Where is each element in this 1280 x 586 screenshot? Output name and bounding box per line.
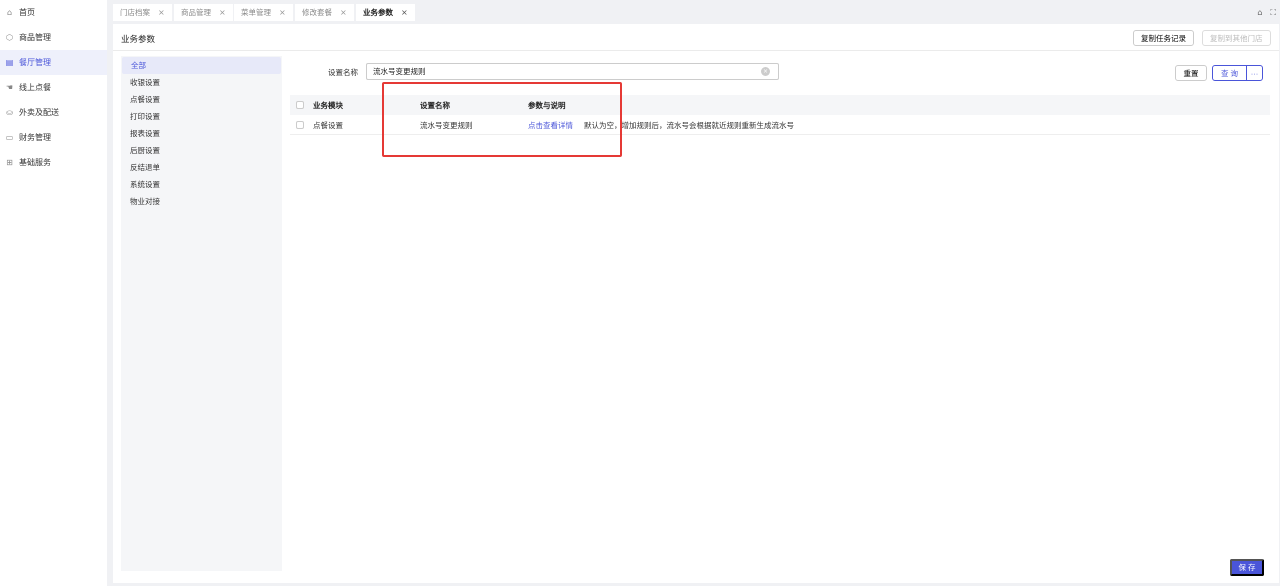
query-button[interactable]: 查 询 xyxy=(1212,65,1247,81)
table-row: 点餐设置 流水号变更规则 点击查看详情 默认为空，增加规则后，流水号会根据就近规… xyxy=(290,115,1270,135)
lock-icon[interactable]: ⌂ xyxy=(1257,8,1262,18)
sidebar-item-products[interactable]: ⬡ 商品管理 xyxy=(0,25,107,50)
tab-business-params[interactable]: 业务参数 × xyxy=(356,4,415,21)
sidebar-item-label: 商品管理 xyxy=(19,33,51,42)
wallet-icon: ▭ xyxy=(5,133,14,142)
category-item-all[interactable]: 全部 xyxy=(122,57,281,74)
sidebar-item-basic-services[interactable]: ⊞ 基础服务 xyxy=(0,150,107,175)
page-title: 业务参数 xyxy=(121,35,156,45)
fullscreen-icon[interactable]: ⛶ xyxy=(1270,8,1276,18)
reset-button[interactable]: 重置 xyxy=(1175,65,1207,81)
category-item-reverse-settlement[interactable]: 反结退单 xyxy=(121,159,282,176)
copy-task-record-button[interactable]: 复制任务记录 xyxy=(1133,30,1194,46)
column-header-param: 参数与说明 xyxy=(528,100,566,110)
setting-name-value: 流水号变更规则 xyxy=(373,67,426,76)
category-item-kitchen[interactable]: 后厨设置 xyxy=(121,142,282,159)
store-icon: ▤ xyxy=(5,58,14,67)
home-icon: ⌂ xyxy=(6,8,13,17)
close-icon[interactable]: × xyxy=(340,8,347,17)
category-item-printing[interactable]: 打印设置 xyxy=(121,108,282,125)
sidebar-item-label: 线上点餐 xyxy=(19,83,51,92)
close-icon[interactable]: × xyxy=(158,8,165,17)
tab-product-management[interactable]: 商品管理 × xyxy=(174,4,233,21)
copy-to-other-store-button[interactable]: 复制到其他门店 xyxy=(1202,30,1271,46)
view-details-link[interactable]: 点击查看详情 xyxy=(528,115,573,135)
divider xyxy=(113,50,1279,51)
tab-label: 业务参数 xyxy=(363,8,393,17)
cube-icon: ⬡ xyxy=(6,33,13,42)
row-checkbox[interactable] xyxy=(296,121,304,129)
close-icon[interactable]: × xyxy=(219,8,226,17)
close-icon[interactable]: × xyxy=(401,8,408,17)
sidebar-item-online-order[interactable]: ☚ 线上点餐 xyxy=(0,75,107,100)
column-header-name: 设置名称 xyxy=(420,100,450,110)
sidebar-item-label: 基础服务 xyxy=(19,158,51,167)
tab-label: 门店档案 xyxy=(120,8,150,17)
column-header-module: 业务模块 xyxy=(313,100,343,110)
category-item-cashier[interactable]: 收银设置 xyxy=(121,74,282,91)
save-button[interactable]: 保 存 xyxy=(1230,559,1264,576)
category-item-reports[interactable]: 报表设置 xyxy=(121,125,282,142)
filter-label: 设置名称 xyxy=(328,68,358,77)
category-item-property[interactable]: 物业对接 xyxy=(121,193,282,210)
sidebar-item-restaurant[interactable]: ▤ 餐厅管理 xyxy=(0,50,107,75)
row-setting-name: 流水号变更规则 xyxy=(420,120,473,130)
category-item-system[interactable]: 系统设置 xyxy=(121,176,282,193)
grid-icon: ⊞ xyxy=(6,158,13,167)
tab-edit-combo[interactable]: 修改套餐 × xyxy=(295,4,354,21)
tab-label: 菜单管理 xyxy=(241,8,271,17)
sidebar-item-label: 首页 xyxy=(19,8,35,17)
row-module: 点餐设置 xyxy=(313,120,343,130)
tab-store-archive[interactable]: 门店档案 × xyxy=(113,4,172,21)
sidebar-item-home[interactable]: ⌂ 首页 xyxy=(0,0,107,25)
tab-label: 商品管理 xyxy=(181,8,211,17)
tab-bar: 门店档案 × 商品管理 × 菜单管理 × 修改套餐 × 业务参数 × ⌂ ⛶ xyxy=(113,3,1280,22)
window-controls: ⌂ ⛶ xyxy=(1257,8,1276,18)
tab-label: 修改套餐 xyxy=(302,8,332,17)
sidebar-item-delivery[interactable]: ⛀ 外卖及配送 xyxy=(0,100,107,125)
tab-menu-management[interactable]: 菜单管理 × xyxy=(234,4,293,21)
sidebar-item-finance[interactable]: ▭ 财务管理 xyxy=(0,125,107,150)
table-header: 业务模块 设置名称 参数与说明 xyxy=(290,95,1270,115)
close-icon[interactable]: × xyxy=(279,8,286,17)
sidebar-item-label: 餐厅管理 xyxy=(19,58,51,67)
bag-icon: ⛀ xyxy=(6,108,13,117)
more-options-button[interactable]: ··· xyxy=(1246,65,1263,81)
select-all-checkbox[interactable] xyxy=(296,101,304,109)
setting-name-input[interactable]: 流水号变更规则 × xyxy=(366,63,779,80)
sidebar-item-label: 财务管理 xyxy=(19,133,51,142)
category-list: 全部 收银设置 点餐设置 打印设置 报表设置 后厨设置 反结退单 系统设置 物业… xyxy=(121,56,282,571)
row-description: 默认为空，增加规则后，流水号会根据就近规则重新生成流水号 xyxy=(584,120,794,130)
clear-icon[interactable]: × xyxy=(761,67,770,76)
settings-table: 业务模块 设置名称 参数与说明 点餐设置 流水号变更规则 点击查看详情 默认为空… xyxy=(290,95,1270,135)
sidebar: ⌂ 首页 ⬡ 商品管理 ▤ 餐厅管理 ☚ 线上点餐 ⛀ 外卖及配送 ▭ 财务管理… xyxy=(0,0,107,586)
hand-icon: ☚ xyxy=(5,83,14,92)
sidebar-item-label: 外卖及配送 xyxy=(19,108,59,117)
category-item-ordering[interactable]: 点餐设置 xyxy=(121,91,282,108)
